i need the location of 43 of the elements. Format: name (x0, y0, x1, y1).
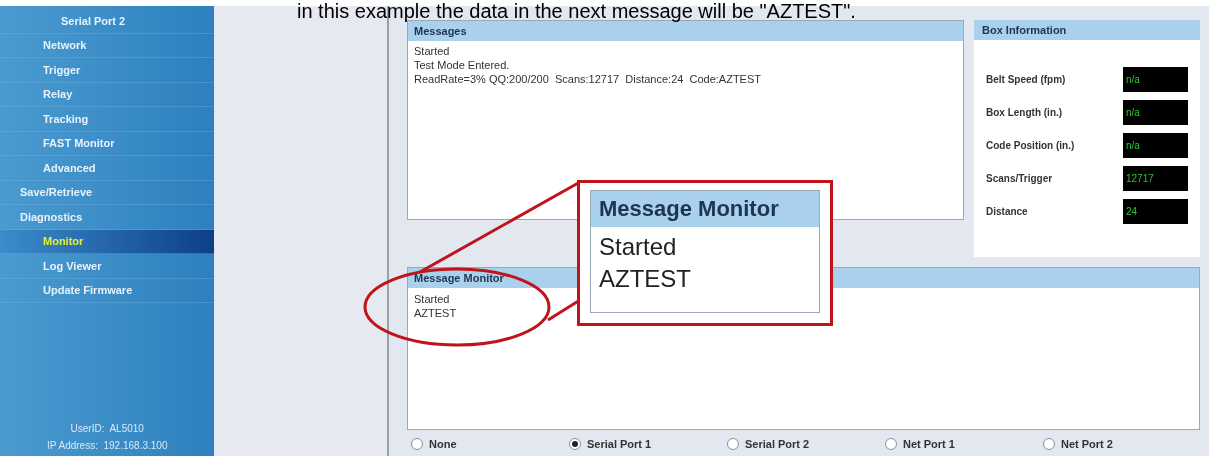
sidebar-item[interactable]: Tracking (0, 110, 89, 127)
radio-icon[interactable] (885, 438, 897, 451)
monitor-line: Started (414, 292, 451, 306)
sidebar-item[interactable]: Log Viewer (0, 257, 102, 274)
caption: in this example the data in the next message will be "AZTEST". (297, 0, 856, 24)
message-line: Started (414, 44, 451, 58)
field-label: Belt Speed (fpm) (986, 73, 1066, 87)
readout-display: n/a (1123, 67, 1188, 92)
readout-display: 24 (1123, 199, 1188, 224)
radio-icon[interactable] (727, 438, 739, 451)
panel-title: Messages (408, 21, 963, 41)
readout-display: n/a (1123, 133, 1188, 158)
port-radio-button[interactable]: Serial Port 2 (727, 436, 885, 453)
readout-display: 12717 (1123, 166, 1188, 191)
sidebar-item[interactable]: Trigger (0, 61, 81, 78)
message-line: ReadRate=3% QQ:200/200 Scans:12717 Distance:24 Code:AZTEST (414, 72, 762, 86)
port-radio-button[interactable]: Net Port 1 (885, 436, 1043, 453)
sidebar-item[interactable]: Update Firmware (0, 282, 133, 299)
panel-title: Box Information (974, 20, 1200, 40)
field-label: Box Length (in.) (986, 106, 1063, 120)
port-radio-button[interactable]: Net Port 2 (1043, 436, 1201, 453)
field-label: Distance (986, 205, 1028, 219)
sidebar-item[interactable]: Diagnostics (0, 208, 83, 225)
field-label: Code Position (in.) (986, 139, 1075, 153)
sidebar-item[interactable]: Advanced (0, 159, 96, 176)
user-info-text: IP Address: 192.168.3.100 (47, 439, 168, 453)
field-label: Scans/Trigger (986, 172, 1053, 186)
callout-line: Started (599, 232, 678, 262)
port-radio-button[interactable]: Serial Port 1 (569, 436, 727, 453)
readout-display: n/a (1123, 100, 1188, 125)
sidebar-item[interactable]: Serial Port 2 (0, 12, 126, 29)
message-line: Test Mode Entered. (414, 58, 511, 72)
sidebar-item[interactable]: Relay (0, 86, 73, 103)
sidebar-item[interactable]: FAST Monitor (0, 135, 115, 152)
monitor-line: AZTEST (414, 306, 458, 320)
callout-title: Message Monitor (591, 191, 819, 227)
sidebar-item[interactable]: Save/Retrieve (0, 184, 93, 201)
radio-icon[interactable] (569, 438, 581, 451)
user-info-text: UserID: AL5010 (70, 422, 144, 436)
sidebar-item[interactable]: Network (0, 37, 87, 54)
radio-icon[interactable] (1043, 438, 1055, 451)
port-radio-button[interactable]: None (411, 436, 569, 453)
radio-icon[interactable] (411, 438, 423, 451)
